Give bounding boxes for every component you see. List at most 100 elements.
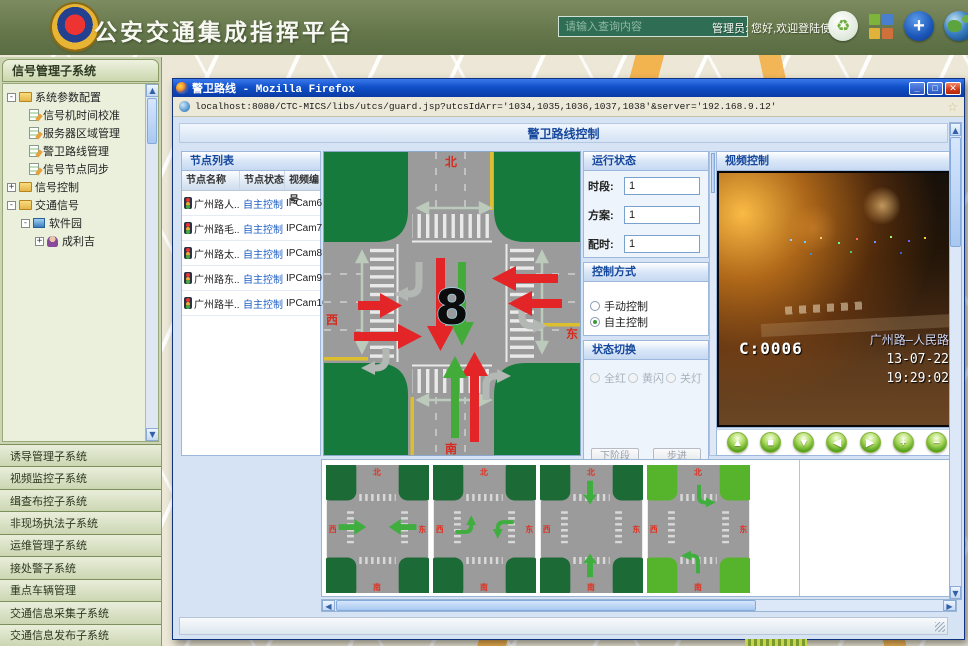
close-button[interactable]: ✕: [945, 82, 961, 95]
phase-strip-scrollbar[interactable]: ◀ ▶: [321, 599, 957, 612]
tree-node-system-params[interactable]: - 系统参数配置: [7, 88, 156, 106]
tree-node-chenliji[interactable]: + 成利吉: [7, 232, 156, 250]
site-icon: [179, 101, 190, 112]
scrollbar-thumb[interactable]: [147, 98, 157, 144]
sidebar-item-traffic-collection[interactable]: 交通信息采集子系统: [0, 601, 161, 623]
plus-icon[interactable]: +: [904, 11, 934, 41]
svg-text:西: 西: [329, 525, 337, 534]
scroll-up-icon[interactable]: ▲: [146, 84, 159, 97]
phase-countdown: 8: [435, 280, 468, 336]
camera-id-overlay: C:0006: [739, 339, 803, 358]
scroll-left-icon[interactable]: ◀: [322, 600, 335, 611]
window-titlebar[interactable]: 警卫路线 - Mozilla Firefox _ □ ✕: [173, 79, 964, 97]
period-field[interactable]: [624, 177, 700, 195]
pan-left-button[interactable]: ◀: [826, 432, 847, 453]
table-row[interactable]: 广州路东.. 自主控制 IPCam9: [182, 266, 320, 291]
phase-thumbnail-3[interactable]: 北 西 东 南: [540, 465, 643, 593]
zoom-in-button[interactable]: +: [893, 432, 914, 453]
node-table-header: 节点名称 节点状态 视频编号: [182, 171, 320, 191]
traffic-light-icon: [184, 222, 192, 234]
traffic-light-icon: [184, 247, 192, 259]
recycle-icon[interactable]: ♻: [828, 11, 858, 41]
radio-icon[interactable]: [590, 301, 600, 311]
scroll-down-icon[interactable]: ▼: [950, 586, 961, 599]
tree-node-server-region[interactable]: 服务器区域管理: [7, 124, 156, 142]
table-row[interactable]: 广州路半.. 自主控制 IPCam10: [182, 291, 320, 316]
tree-node-signal-control[interactable]: + 信号控制: [7, 178, 156, 196]
phase-thumbnail-4-selected[interactable]: 北 西 东 南: [647, 465, 750, 593]
svg-text:东: 东: [418, 524, 426, 534]
sidebar-item-key-vehicles[interactable]: 重点车辆管理: [0, 579, 161, 601]
document-icon: [29, 127, 39, 139]
table-row[interactable]: 广州路毛.. 自主控制 IPCam7: [182, 216, 320, 241]
svg-text:西: 西: [436, 525, 444, 534]
page-title: 警卫路线控制: [179, 123, 948, 143]
scrollbar-thumb[interactable]: [336, 600, 756, 611]
run-status-panel: 运行状态 时段: 方案: 配时:: [583, 151, 709, 258]
tree-node-time-calibration[interactable]: 信号机时间校准: [7, 106, 156, 124]
period-label: 时段:: [588, 178, 624, 194]
zoom-out-button[interactable]: −: [926, 432, 947, 453]
pan-right-button[interactable]: ▶: [860, 432, 881, 453]
url-text[interactable]: localhost:8080/CTC-MICS/libs/utcs/guard.…: [195, 101, 942, 112]
folder-icon: [19, 92, 32, 102]
scrollbar-thumb[interactable]: [711, 153, 715, 193]
sidebar-item-ops-management[interactable]: 运维管理子系统: [0, 534, 161, 556]
radio-checked-icon[interactable]: [590, 317, 600, 327]
scrollbar-thumb[interactable]: [950, 137, 961, 247]
tree-toggle-icon[interactable]: +: [7, 183, 16, 192]
pan-up-button[interactable]: ▲: [727, 432, 748, 453]
tree-toggle-icon[interactable]: +: [35, 237, 44, 246]
control-mode-panel: 控制方式 手动控制 自主控制: [583, 262, 709, 336]
stop-button[interactable]: ■: [760, 432, 781, 453]
timing-field[interactable]: [624, 235, 700, 253]
tree-toggle-icon[interactable]: -: [7, 201, 16, 210]
radio-manual-control[interactable]: 手动控制: [590, 298, 702, 314]
tree-node-traffic-signal[interactable]: - 交通信号: [7, 196, 156, 214]
traffic-light-icon: [184, 272, 192, 284]
svg-text:北: 北: [587, 467, 595, 477]
bookmark-star-icon[interactable]: ☆: [947, 100, 958, 114]
resize-grip[interactable]: [935, 622, 945, 632]
tree-node-guard-route[interactable]: 警卫路线管理: [7, 142, 156, 160]
table-row[interactable]: 广州路太.. 自主控制 IPCam8: [182, 241, 320, 266]
scroll-right-icon[interactable]: ▶: [943, 600, 956, 611]
radio-icon: [628, 373, 638, 383]
table-row[interactable]: 广州路人.. 自主控制 IPCam6: [182, 191, 320, 216]
sidebar-item-video-surveillance[interactable]: 视频监控子系统: [0, 466, 161, 488]
radio-auto-control[interactable]: 自主控制: [590, 314, 702, 330]
subsystem-list: 诱导管理子系统 视频监控子系统 缉查布控子系统 非现场执法子系统 运维管理子系统…: [0, 444, 161, 646]
pan-down-button[interactable]: ▼: [793, 432, 814, 453]
tree-node-signal-sync[interactable]: 信号节点同步: [7, 160, 156, 178]
tree-node-software-park[interactable]: - 软件园: [7, 214, 156, 232]
sidebar-item-guidance[interactable]: 诱导管理子系统: [0, 444, 161, 466]
sidebar-header[interactable]: 信号管理子系统: [2, 59, 159, 82]
sidebar-item-offsite-enforcement[interactable]: 非现场执法子系统: [0, 511, 161, 533]
page-vertical-scrollbar[interactable]: ▲ ▼: [949, 122, 962, 600]
folder-icon: [19, 200, 32, 210]
sidebar-item-police-dispatch[interactable]: 接处警子系统: [0, 556, 161, 578]
tree-toggle-icon[interactable]: -: [21, 219, 30, 228]
sidebar-item-traffic-release[interactable]: 交通信息发布子系统: [0, 624, 161, 646]
label-east: 东: [566, 326, 578, 341]
phase-thumbnail-2[interactable]: 北 西 东 南: [433, 465, 536, 593]
tree-scrollbar[interactable]: ▲ ▼: [145, 84, 158, 441]
svg-text:东: 东: [525, 524, 533, 534]
intersection-diagram: 8 北 西 东 南: [323, 151, 581, 456]
scroll-down-icon[interactable]: ▼: [146, 428, 159, 441]
video-feed: C:0006 广州路—人民路 13-07-22 19:29:02: [716, 171, 958, 428]
apps-grid-icon[interactable]: [868, 13, 894, 39]
phase-thumbnail-strip: 北 西 东 南: [321, 459, 957, 597]
url-bar[interactable]: localhost:8080/CTC-MICS/libs/utcs/guard.…: [173, 97, 964, 117]
sidebar-item-investigation[interactable]: 缉查布控子系统: [0, 489, 161, 511]
globe-icon[interactable]: [944, 11, 968, 41]
tree-toggle-icon[interactable]: -: [7, 93, 16, 102]
plan-field[interactable]: [624, 206, 700, 224]
tree-label: 交通信号: [35, 197, 79, 213]
camera-location-overlay: 广州路—人民路: [870, 331, 949, 350]
scroll-up-icon[interactable]: ▲: [950, 123, 961, 136]
maximize-button[interactable]: □: [927, 82, 943, 95]
phase-thumbnail-1[interactable]: 北 西 东 南: [326, 465, 429, 593]
minimize-button[interactable]: _: [909, 82, 925, 95]
svg-text:北: 北: [480, 467, 488, 477]
